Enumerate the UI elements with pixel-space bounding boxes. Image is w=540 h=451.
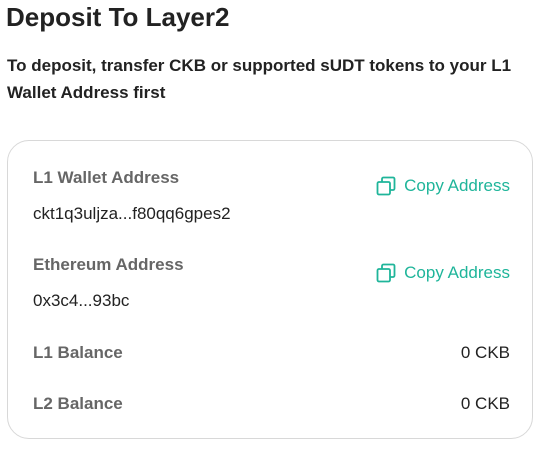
l1-wallet-address-value: ckt1q3uljza...f80qq6gpes2 [33, 204, 231, 223]
copy-icon [376, 176, 396, 196]
page-title: Deposit To Layer2 [6, 2, 230, 32]
copy-l1-address-label: Copy Address [404, 176, 510, 195]
page-subtitle: To deposit, transfer CKB or supported sU… [7, 56, 512, 102]
address-card: L1 Wallet Address ckt1q3uljza...f80qq6gp… [7, 140, 533, 439]
copy-l1-address-button[interactable]: Copy Address [376, 176, 510, 196]
l1-wallet-address-label: L1 Wallet Address [33, 168, 180, 187]
l2-balance-label: L2 Balance [33, 394, 123, 413]
deposit-page: Deposit To Layer2 To deposit, transfer C… [0, 0, 540, 451]
ethereum-address-value: 0x3c4...93bc [33, 291, 130, 310]
l1-balance-label: L1 Balance [33, 343, 123, 362]
l1-balance-value: 0 CKB [460, 343, 510, 362]
ethereum-address-label: Ethereum Address [33, 255, 184, 274]
copy-ethereum-address-button[interactable]: Copy Address [376, 263, 510, 283]
copy-ethereum-address-label: Copy Address [404, 263, 510, 282]
copy-icon [376, 263, 396, 283]
l2-balance-value: 0 CKB [460, 394, 510, 413]
